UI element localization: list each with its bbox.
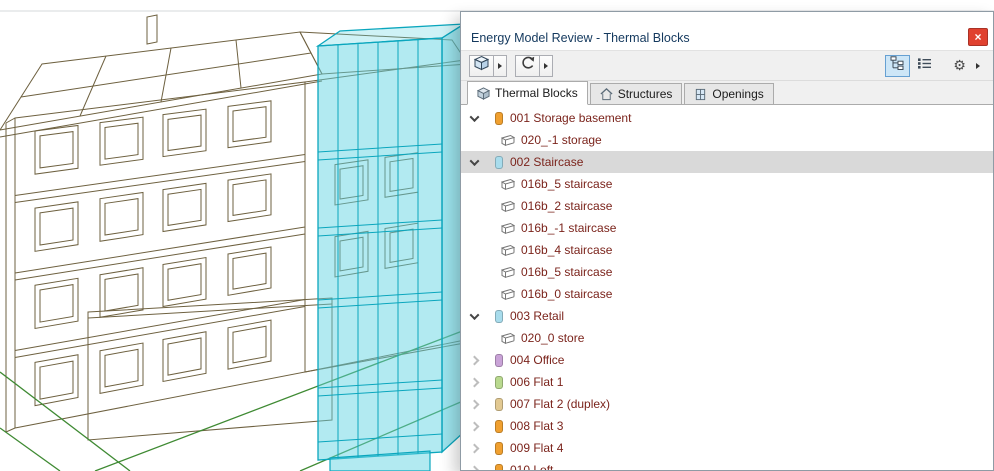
gear-icon: ⚙ — [953, 59, 966, 73]
settings-button[interactable]: ⚙ — [947, 55, 972, 77]
settings-flyout-arrow[interactable] — [972, 55, 985, 77]
tab-label: Thermal Blocks — [495, 86, 578, 100]
tree-item-thermal-block[interactable]: 010 Loft — [461, 459, 993, 470]
tab-label: Structures — [618, 87, 673, 101]
tree-item-label: 016b_5 staircase — [521, 177, 612, 191]
close-button[interactable]: × — [968, 28, 988, 46]
tree-item-thermal-block[interactable]: 008 Flat 3 — [461, 415, 993, 437]
openings-icon — [694, 88, 707, 101]
expand-chevron-icon[interactable] — [470, 421, 480, 431]
tree-view-icon — [890, 56, 906, 75]
flyout-triangle-icon — [544, 63, 548, 69]
tree-item-label: 009 Flat 4 — [510, 441, 563, 455]
tab-structures[interactable]: Structures — [590, 83, 683, 104]
tree-item-label: 016b_-1 staircase — [521, 221, 616, 235]
tree-item-zone[interactable]: 016b_-1 staircase — [461, 217, 993, 239]
tree-item-label: 016b_4 staircase — [521, 243, 612, 257]
tree-item-label: 016b_2 staircase — [521, 199, 612, 213]
zone-stamp-icon — [501, 134, 515, 146]
expand-chevron-icon[interactable] — [470, 355, 480, 365]
energy-model-flyout-arrow[interactable] — [494, 55, 507, 77]
tab-label: Openings — [712, 87, 763, 101]
flat-list-view-button[interactable] — [912, 55, 937, 77]
tree-item-label: 007 Flat 2 (duplex) — [510, 397, 610, 411]
expand-chevron-icon[interactable] — [470, 465, 480, 470]
tree-view-button[interactable] — [885, 55, 910, 77]
collapse-chevron-icon[interactable] — [470, 310, 480, 320]
tree-item-zone[interactable]: 016b_4 staircase — [461, 239, 993, 261]
tree-item-label: 010 Loft — [510, 463, 553, 470]
collapse-chevron-icon[interactable] — [470, 156, 480, 166]
dialog-titlebar[interactable]: Energy Model Review - Thermal Blocks × — [461, 12, 993, 50]
thermal-block-color-icon — [495, 464, 503, 471]
energy-model-cube-button[interactable] — [469, 55, 494, 77]
refresh-split-button — [515, 55, 553, 77]
zone-stamp-icon — [501, 178, 515, 190]
tab-thermal-blocks[interactable]: Thermal Blocks — [467, 81, 588, 105]
thermal-blocks-tree[interactable]: 001 Storage basement 020_-1 storage 002 St… — [461, 105, 993, 470]
refresh-icon — [520, 55, 536, 76]
expand-chevron-icon[interactable] — [470, 443, 480, 453]
flat-list-view-icon — [917, 57, 932, 75]
thermal-block-color-icon — [495, 354, 503, 367]
tree-item-zone[interactable]: 020_0 store — [461, 327, 993, 349]
tree-item-label: 006 Flat 1 — [510, 375, 563, 389]
expand-chevron-icon[interactable] — [470, 377, 480, 387]
thermal-block-color-icon — [495, 156, 503, 169]
tab-bar: Thermal Blocks Structures Openings — [461, 81, 993, 105]
tree-item-thermal-block[interactable]: 006 Flat 1 — [461, 371, 993, 393]
zone-stamp-icon — [501, 200, 515, 212]
tab-openings[interactable]: Openings — [684, 83, 773, 104]
tree-item-label: 016b_5 staircase — [521, 265, 612, 279]
tree-item-zone[interactable]: 016b_5 staircase — [461, 173, 993, 195]
expand-chevron-icon[interactable] — [470, 399, 480, 409]
collapse-chevron-icon[interactable] — [470, 112, 480, 122]
tree-item-label: 004 Office — [510, 353, 564, 367]
thermal-block-color-icon — [495, 420, 503, 433]
flyout-triangle-icon — [976, 63, 980, 69]
zone-stamp-icon — [501, 222, 515, 234]
tree-item-zone[interactable]: 020_-1 storage — [461, 129, 993, 151]
thermal-block-color-icon — [495, 442, 503, 455]
tree-item-thermal-block[interactable]: 007 Flat 2 (duplex) — [461, 393, 993, 415]
tree-item-thermal-block[interactable]: 001 Storage basement — [461, 107, 993, 129]
zone-stamp-icon — [501, 332, 515, 344]
refresh-button[interactable] — [515, 55, 540, 77]
zone-stamp-icon — [501, 266, 515, 278]
dialog-title: Energy Model Review - Thermal Blocks — [471, 31, 690, 45]
refresh-flyout-arrow[interactable] — [540, 55, 553, 77]
thermal-block-color-icon — [495, 398, 503, 411]
tree-item-thermal-block[interactable]: 004 Office — [461, 349, 993, 371]
tree-item-zone[interactable]: 016b_0 staircase — [461, 283, 993, 305]
thermal-block-color-icon — [495, 112, 503, 125]
thermal-blocks-icon — [477, 87, 490, 100]
flyout-triangle-icon — [498, 63, 502, 69]
tree-item-zone[interactable]: 016b_2 staircase — [461, 195, 993, 217]
tree-item-thermal-block[interactable]: 002 Staircase — [461, 151, 993, 173]
tree-item-label: 002 Staircase — [510, 155, 583, 169]
tree-item-label: 001 Storage basement — [510, 111, 631, 125]
tree-item-zone[interactable]: 016b_5 staircase — [461, 261, 993, 283]
thermal-block-color-icon — [495, 376, 503, 389]
tree-item-label: 003 Retail — [510, 309, 564, 323]
dialog-toolbar: ⚙ — [461, 50, 993, 81]
thermal-block-color-icon — [495, 310, 503, 323]
tree-item-label: 016b_0 staircase — [521, 287, 612, 301]
energy-model-cube-icon — [473, 55, 490, 76]
zone-stamp-icon — [501, 288, 515, 300]
tree-item-label: 020_0 store — [521, 331, 584, 345]
tree-item-label: 008 Flat 3 — [510, 419, 563, 433]
tree-item-thermal-block[interactable]: 003 Retail — [461, 305, 993, 327]
structures-icon — [600, 88, 613, 101]
settings-split-button: ⚙ — [947, 55, 985, 77]
tree-item-label: 020_-1 storage — [521, 133, 602, 147]
energy-model-review-dialog: Energy Model Review - Thermal Blocks × — [460, 11, 994, 471]
zone-stamp-icon — [501, 244, 515, 256]
show-model-split-button — [469, 55, 507, 77]
tree-item-thermal-block[interactable]: 009 Flat 4 — [461, 437, 993, 459]
